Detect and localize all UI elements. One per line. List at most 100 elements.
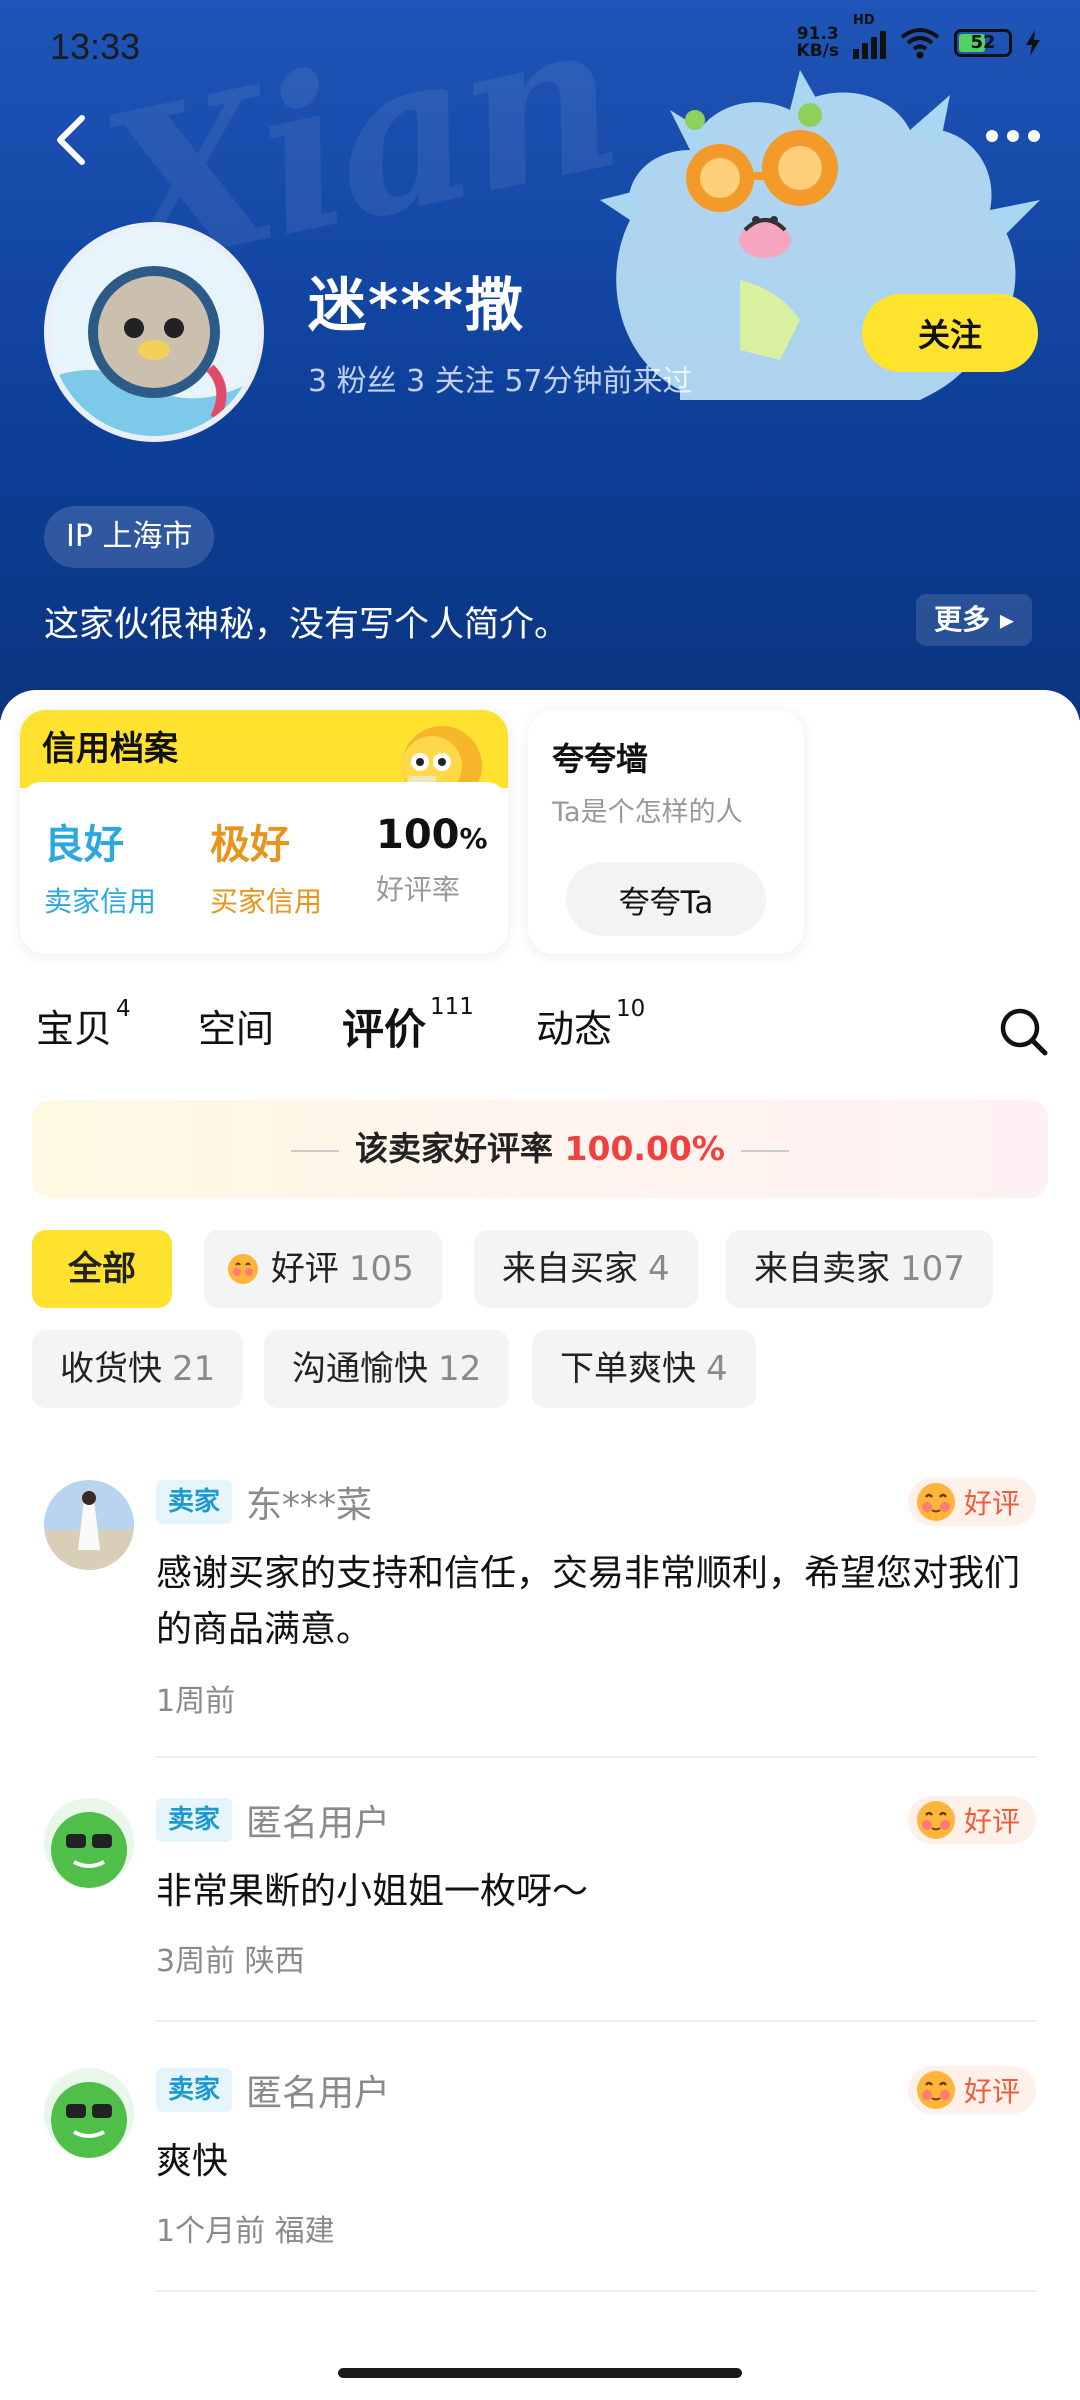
seller-credit-value: 良好: [44, 822, 124, 868]
smile-face-icon: [916, 2071, 955, 2109]
smile-face-icon: [916, 1801, 955, 1839]
signal-icon: [853, 27, 886, 59]
tab-activity[interactable]: 动态 10: [536, 996, 646, 1053]
positive-rate: 100% 好评率: [376, 812, 488, 908]
filter-from-buyer[interactable]: 来自买家 4: [474, 1230, 698, 1308]
filter-from-seller-count: 107: [900, 1249, 965, 1289]
more-options-icon[interactable]: [986, 130, 1040, 142]
status-bar: 13:33 91.3 KB/s HD 52: [0, 0, 1080, 100]
tab-items-count: 4: [116, 996, 131, 1022]
filter-fast-delivery[interactable]: 收货快 21: [32, 1330, 244, 1408]
back-arrow-icon[interactable]: [50, 110, 96, 170]
seller-badge: 卖家: [156, 1480, 233, 1524]
network-speed: 91.3 KB/s: [797, 26, 839, 60]
smile-face-icon: [228, 1254, 258, 1284]
praise-wall-card[interactable]: 夸夸墙 Ta是个怎样的人 夸夸Ta: [528, 710, 804, 954]
divider: [156, 2020, 1036, 2022]
rate-banner-value: 100.00%: [564, 1129, 725, 1168]
rating-badge: 好评: [907, 2066, 1036, 2114]
filter-from-seller-label: 来自卖家: [754, 1249, 890, 1289]
positive-rate-label: 好评率: [376, 873, 461, 906]
review-item[interactable]: 卖家 东***菜 好评 感谢买家的支持和信任，交易非常顺利，希望您对我们的商品满…: [0, 1478, 1080, 1758]
buyer-credit-value: 极好: [210, 822, 290, 868]
battery-level: 52: [970, 32, 996, 53]
rating-label: 好评: [963, 1805, 1020, 1838]
review-meta: 1周前: [156, 1684, 236, 1719]
filter-from-buyer-count: 4: [648, 1249, 670, 1289]
follower-stats[interactable]: 3 粉丝 3 关注 57分钟前来过: [308, 356, 693, 400]
filter-quick-order-label: 下单爽快: [560, 1349, 696, 1389]
review-item[interactable]: 卖家 匿名用户 好评 爽快 1个月前 福建: [0, 2066, 1080, 2292]
credit-values: 良好 卖家信用 极好 买家信用 100% 好评率: [20, 782, 508, 954]
hd-indicator: HD: [853, 13, 875, 28]
praise-button[interactable]: 夸夸Ta: [566, 862, 766, 936]
reviewer-avatar[interactable]: [44, 2068, 134, 2158]
tab-items[interactable]: 宝贝 4: [36, 996, 131, 1053]
buyer-credit-label: 买家信用: [210, 885, 323, 918]
review-meta: 3周前 陕西: [156, 1944, 305, 1979]
profile-page: Xian 13:33 91.3 KB/s HD 52 迷***撒 3 粉丝 3 …: [0, 0, 1080, 2400]
status-time: 13:33: [50, 26, 141, 67]
home-indicator[interactable]: [338, 2368, 742, 2378]
seller-badge: 卖家: [156, 2068, 233, 2112]
buyer-credit: 极好 买家信用: [210, 812, 322, 920]
rating-label: 好评: [963, 2075, 1020, 2108]
positive-rate-banner: 该卖家好评率 100.00%: [32, 1100, 1048, 1198]
review-text: 感谢买家的支持和信任，交易非常顺利，希望您对我们的商品满意。: [156, 1553, 1021, 1650]
filter-good-communication-count: 12: [438, 1349, 482, 1389]
username: 迷***撒: [308, 271, 525, 339]
filter-positive-count: 105: [348, 1249, 414, 1289]
profile-header: Xian 13:33 91.3 KB/s HD 52 迷***撒 3 粉丝 3 …: [0, 0, 1080, 720]
seller-credit: 良好 卖家信用: [44, 812, 156, 920]
seller-badge: 卖家: [156, 1798, 233, 1842]
content-panel: 信用档案 良好 卖家信用 极好 买家信用 100% 好评率 夸夸墙 Ta是个怎样…: [0, 690, 1080, 2400]
more-bio-button[interactable]: 更多 ▸: [916, 594, 1032, 646]
tab-reviews-count: 111: [430, 994, 474, 1020]
filter-fast-delivery-count: 21: [172, 1349, 216, 1389]
profile-tabs: 宝贝 4 空间 评价 111 动态 10: [0, 994, 1080, 1078]
review-text: 爽快: [156, 2141, 229, 2182]
charging-icon: [1026, 30, 1040, 56]
tab-space[interactable]: 空间: [198, 998, 274, 1053]
tab-items-label: 宝贝: [36, 1007, 113, 1051]
filter-all[interactable]: 全部: [32, 1230, 172, 1308]
reviewer-avatar[interactable]: [44, 1798, 134, 1888]
tab-activity-count: 10: [616, 996, 646, 1022]
divider: [156, 1756, 1036, 1758]
smile-face-icon: [916, 1483, 955, 1521]
reviewer-name[interactable]: 匿名用户: [246, 1794, 390, 1846]
tab-reviews-label: 评价: [342, 1005, 427, 1054]
tab-reviews[interactable]: 评价 111: [342, 994, 474, 1057]
filter-from-buyer-label: 来自买家: [502, 1249, 638, 1289]
praise-wall-subtitle: Ta是个怎样的人: [552, 797, 743, 828]
tab-activity-label: 动态: [536, 1007, 613, 1051]
praise-wall-title: 夸夸墙: [552, 740, 649, 778]
positive-rate-unit: %: [459, 822, 488, 855]
filter-quick-order-count: 4: [706, 1349, 728, 1389]
user-avatar[interactable]: [44, 222, 264, 442]
more-bio-label: 更多: [934, 603, 991, 636]
filter-fast-delivery-label: 收货快: [60, 1349, 162, 1389]
wifi-icon: [900, 28, 940, 59]
review-item[interactable]: 卖家 匿名用户 好评 非常果断的小姐姐一枚呀～ 3周前 陕西: [0, 1796, 1080, 2022]
user-bio: 这家伙很神秘，没有写个人简介。: [44, 605, 570, 645]
credit-profile-card[interactable]: 信用档案 良好 卖家信用 极好 买家信用 100% 好评率: [20, 710, 508, 954]
divider: [156, 2290, 1036, 2292]
filter-good-communication[interactable]: 沟通愉快 12: [264, 1330, 510, 1408]
positive-rate-value: 100: [376, 812, 460, 858]
reviewer-name[interactable]: 匿名用户: [246, 2064, 390, 2116]
filter-from-seller[interactable]: 来自卖家 107: [726, 1230, 993, 1308]
filter-quick-order[interactable]: 下单爽快 4: [532, 1330, 756, 1408]
reviewer-name[interactable]: 东***菜: [246, 1476, 372, 1528]
rating-badge: 好评: [907, 1478, 1036, 1526]
follow-button[interactable]: 关注: [862, 294, 1038, 372]
reviewer-avatar[interactable]: [44, 1480, 134, 1570]
seller-credit-label: 卖家信用: [44, 885, 157, 918]
tab-space-label: 空间: [198, 1007, 275, 1051]
rating-label: 好评: [963, 1487, 1020, 1520]
search-icon[interactable]: [996, 1004, 1050, 1058]
filter-positive[interactable]: 好评 105: [204, 1230, 442, 1308]
battery-icon: 52: [954, 29, 1012, 57]
review-meta: 1个月前 福建: [156, 2214, 335, 2249]
ip-location-tag: IP 上海市: [44, 506, 215, 568]
